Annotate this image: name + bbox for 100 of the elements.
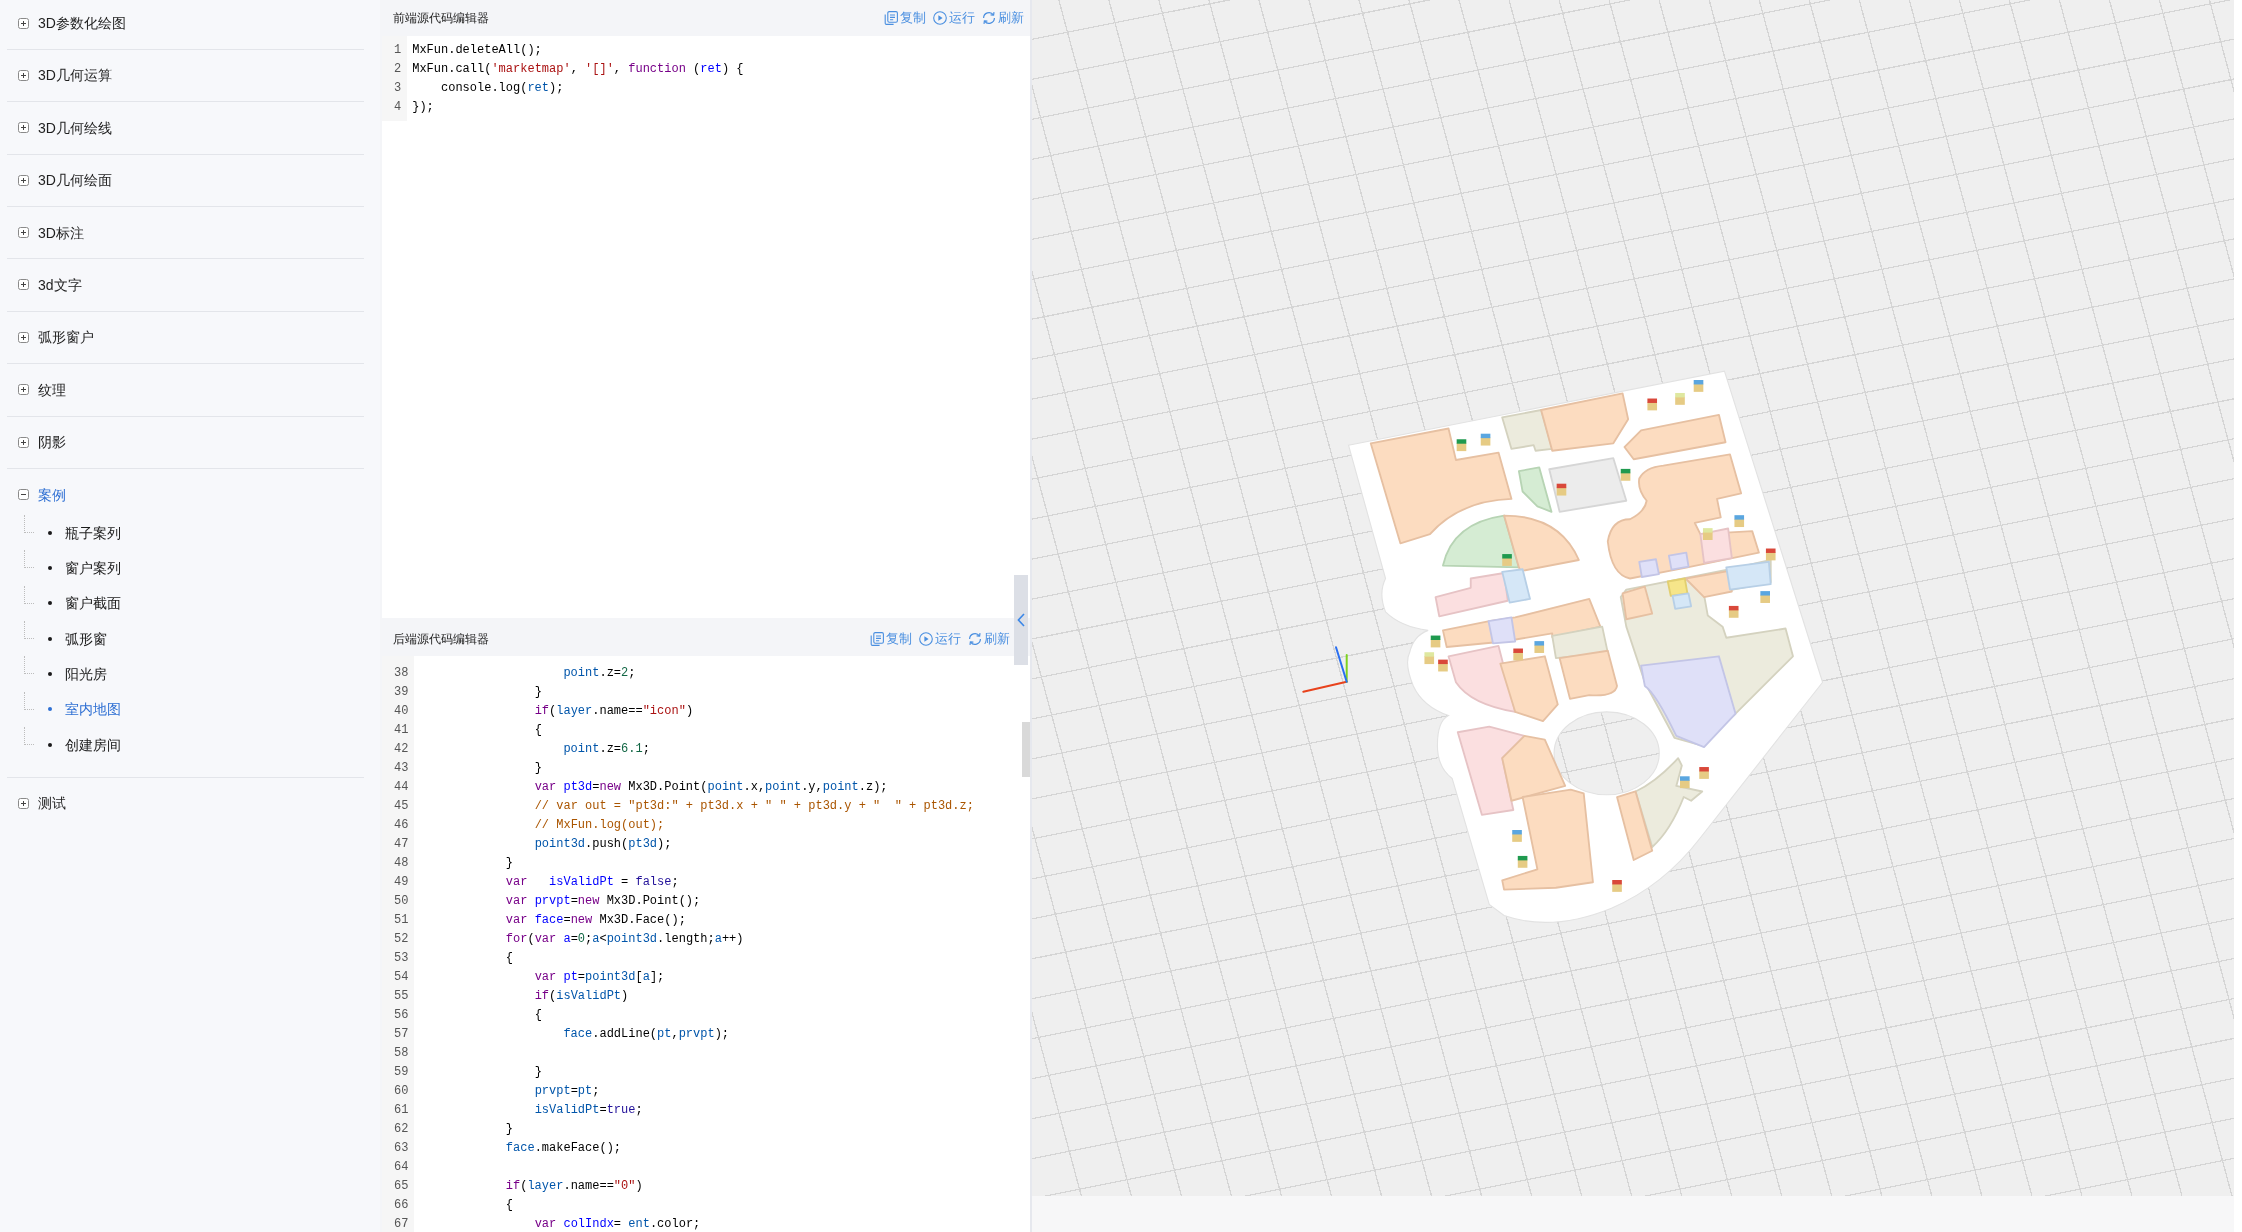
bullet-icon xyxy=(48,636,52,641)
line-number: 57 xyxy=(394,1026,409,1043)
plus-box-icon[interactable] xyxy=(18,798,29,809)
line-number: 67 xyxy=(394,1216,409,1232)
tree-node[interactable]: 测试 xyxy=(18,793,66,814)
line-number: 61 xyxy=(394,1102,409,1119)
tree-item[interactable]: 创建房间 xyxy=(48,734,121,755)
tree-node[interactable]: 弧形窗户 xyxy=(18,327,94,348)
tree-item[interactable]: 瓶子案列 xyxy=(48,522,121,543)
code-line: prvpt=pt; xyxy=(534,1084,600,1098)
line-number: 56 xyxy=(394,1007,409,1024)
code-line: isValidPt=true; xyxy=(534,1103,643,1117)
code-line: { xyxy=(534,723,542,737)
code-line: var pt=point3d[a]; xyxy=(534,970,665,984)
line-number: 51 xyxy=(394,912,409,929)
line-number: 63 xyxy=(394,1140,409,1157)
line-number: 65 xyxy=(394,1178,409,1195)
line-number: 59 xyxy=(394,1064,409,1081)
chevron-left-icon xyxy=(1017,613,1025,627)
plus-box-icon[interactable] xyxy=(18,331,29,343)
code-line: console.log(ret); xyxy=(441,80,564,95)
code-line: point.z=6.1; xyxy=(563,742,650,756)
line-number: 50 xyxy=(394,893,409,910)
code-line: } xyxy=(505,856,513,870)
tree-node[interactable]: 3D几何绘面 xyxy=(18,170,112,191)
tree-line xyxy=(24,621,34,640)
plus-box-icon[interactable] xyxy=(18,69,29,81)
line-number: 66 xyxy=(394,1197,409,1214)
code-line: if(layer.name=="0") xyxy=(505,1179,643,1193)
line-number: 39 xyxy=(394,684,409,701)
bullet-icon xyxy=(48,566,52,571)
line-number: 42 xyxy=(394,741,409,758)
line-number: 2 xyxy=(394,60,402,78)
line-number: 4 xyxy=(394,98,402,116)
tree-item[interactable]: 弧形窗 xyxy=(48,628,107,649)
tree-item[interactable]: 窗户案列 xyxy=(48,558,121,579)
tree-node[interactable]: 案例 xyxy=(18,484,66,505)
plus-box-icon[interactable] xyxy=(18,227,29,239)
tree-item[interactable]: 窗户截面 xyxy=(48,593,121,614)
code-line: var colIndx= ent.color; xyxy=(534,1217,701,1231)
plus-box-icon[interactable] xyxy=(18,174,29,186)
code-line: for(var a=0;a<point3d.length;a++) xyxy=(505,932,744,946)
axes-icon xyxy=(1302,646,1348,693)
code-line: // var out = "pt3d:" + pt3d.x + " " + pt3d.y + " " + pt3d.z; xyxy=(534,799,974,813)
code-line: } xyxy=(534,1065,542,1079)
line-number: 52 xyxy=(394,931,409,948)
tree-node[interactable]: 3D标注 xyxy=(18,222,84,243)
line-number: 60 xyxy=(394,1083,409,1100)
refresh-icon xyxy=(968,632,982,646)
refresh-icon xyxy=(982,11,996,25)
code-line: var prvpt=new Mx3D.Point(); xyxy=(505,894,701,908)
code-line: var pt3d=new Mx3D.Point(point.x,point.y,point.z); xyxy=(534,780,888,794)
plus-box-icon[interactable] xyxy=(18,436,29,448)
code-editor[interactable]: 1 2 3 4 MxFun.deleteAll(); MxFun.call('marketmap', '[]', function (ret) { console.log(ret); }); xyxy=(382,36,1030,618)
line-number: 49 xyxy=(394,874,409,891)
line-number: 55 xyxy=(394,988,409,1005)
code-line: { xyxy=(505,1198,513,1212)
code-line: { xyxy=(534,1008,542,1022)
code-line: if(isValidPt) xyxy=(534,989,629,1003)
line-number: 53 xyxy=(394,950,409,967)
bullet-icon xyxy=(48,530,52,535)
code-line: } xyxy=(534,685,542,699)
line-number: 47 xyxy=(394,836,409,853)
line-number: 48 xyxy=(394,855,409,872)
line-number: 64 xyxy=(394,1159,409,1176)
bullet-icon xyxy=(48,601,52,606)
scrollbar[interactable] xyxy=(1022,722,1030,777)
plus-box-icon[interactable] xyxy=(18,279,29,291)
tree-item[interactable]: 室内地图 xyxy=(48,699,121,720)
plus-box-icon[interactable] xyxy=(18,384,29,396)
code-line: face.addLine(pt,prvpt); xyxy=(563,1027,730,1041)
plus-box-icon[interactable] xyxy=(18,122,29,134)
code-line: // MxFun.log(out); xyxy=(534,818,665,832)
tree-node[interactable]: 3D几何绘线 xyxy=(18,117,112,138)
line-number: 46 xyxy=(394,817,409,834)
tree-node[interactable]: 纹理 xyxy=(18,379,66,400)
tree-line xyxy=(24,691,34,710)
line-number: 1 xyxy=(394,41,402,59)
line-number: 38 xyxy=(394,665,409,682)
code-line: point3d.push(pt3d); xyxy=(534,837,672,851)
code-line: point.z=2; xyxy=(563,666,636,680)
editor-title: 前端源代码编辑器 xyxy=(393,10,489,26)
plus-box-icon[interactable] xyxy=(18,17,29,29)
line-number: 41 xyxy=(394,722,409,739)
tree-node[interactable]: 阴影 xyxy=(18,432,66,453)
tree-node[interactable]: 3D几何运算 xyxy=(18,65,112,86)
tree-node[interactable]: 3d文字 xyxy=(18,274,82,295)
line-number: 58 xyxy=(394,1045,409,1062)
pages-icon xyxy=(884,11,898,25)
code-line: face.makeFace(); xyxy=(505,1141,622,1155)
code-line: } xyxy=(505,1122,513,1136)
code-editor[interactable] xyxy=(382,656,1030,1232)
tree-node[interactable]: 3D参数化绘图 xyxy=(18,13,126,33)
line-number: 44 xyxy=(394,779,409,796)
tree-item[interactable]: 阳光房 xyxy=(48,664,107,684)
collapse-handle[interactable] xyxy=(1014,575,1028,665)
minus-box-icon[interactable] xyxy=(18,489,29,500)
code-line: var face=new Mx3D.Face(); xyxy=(505,913,686,927)
code-line: } xyxy=(534,761,542,775)
code-line: { xyxy=(505,951,513,965)
